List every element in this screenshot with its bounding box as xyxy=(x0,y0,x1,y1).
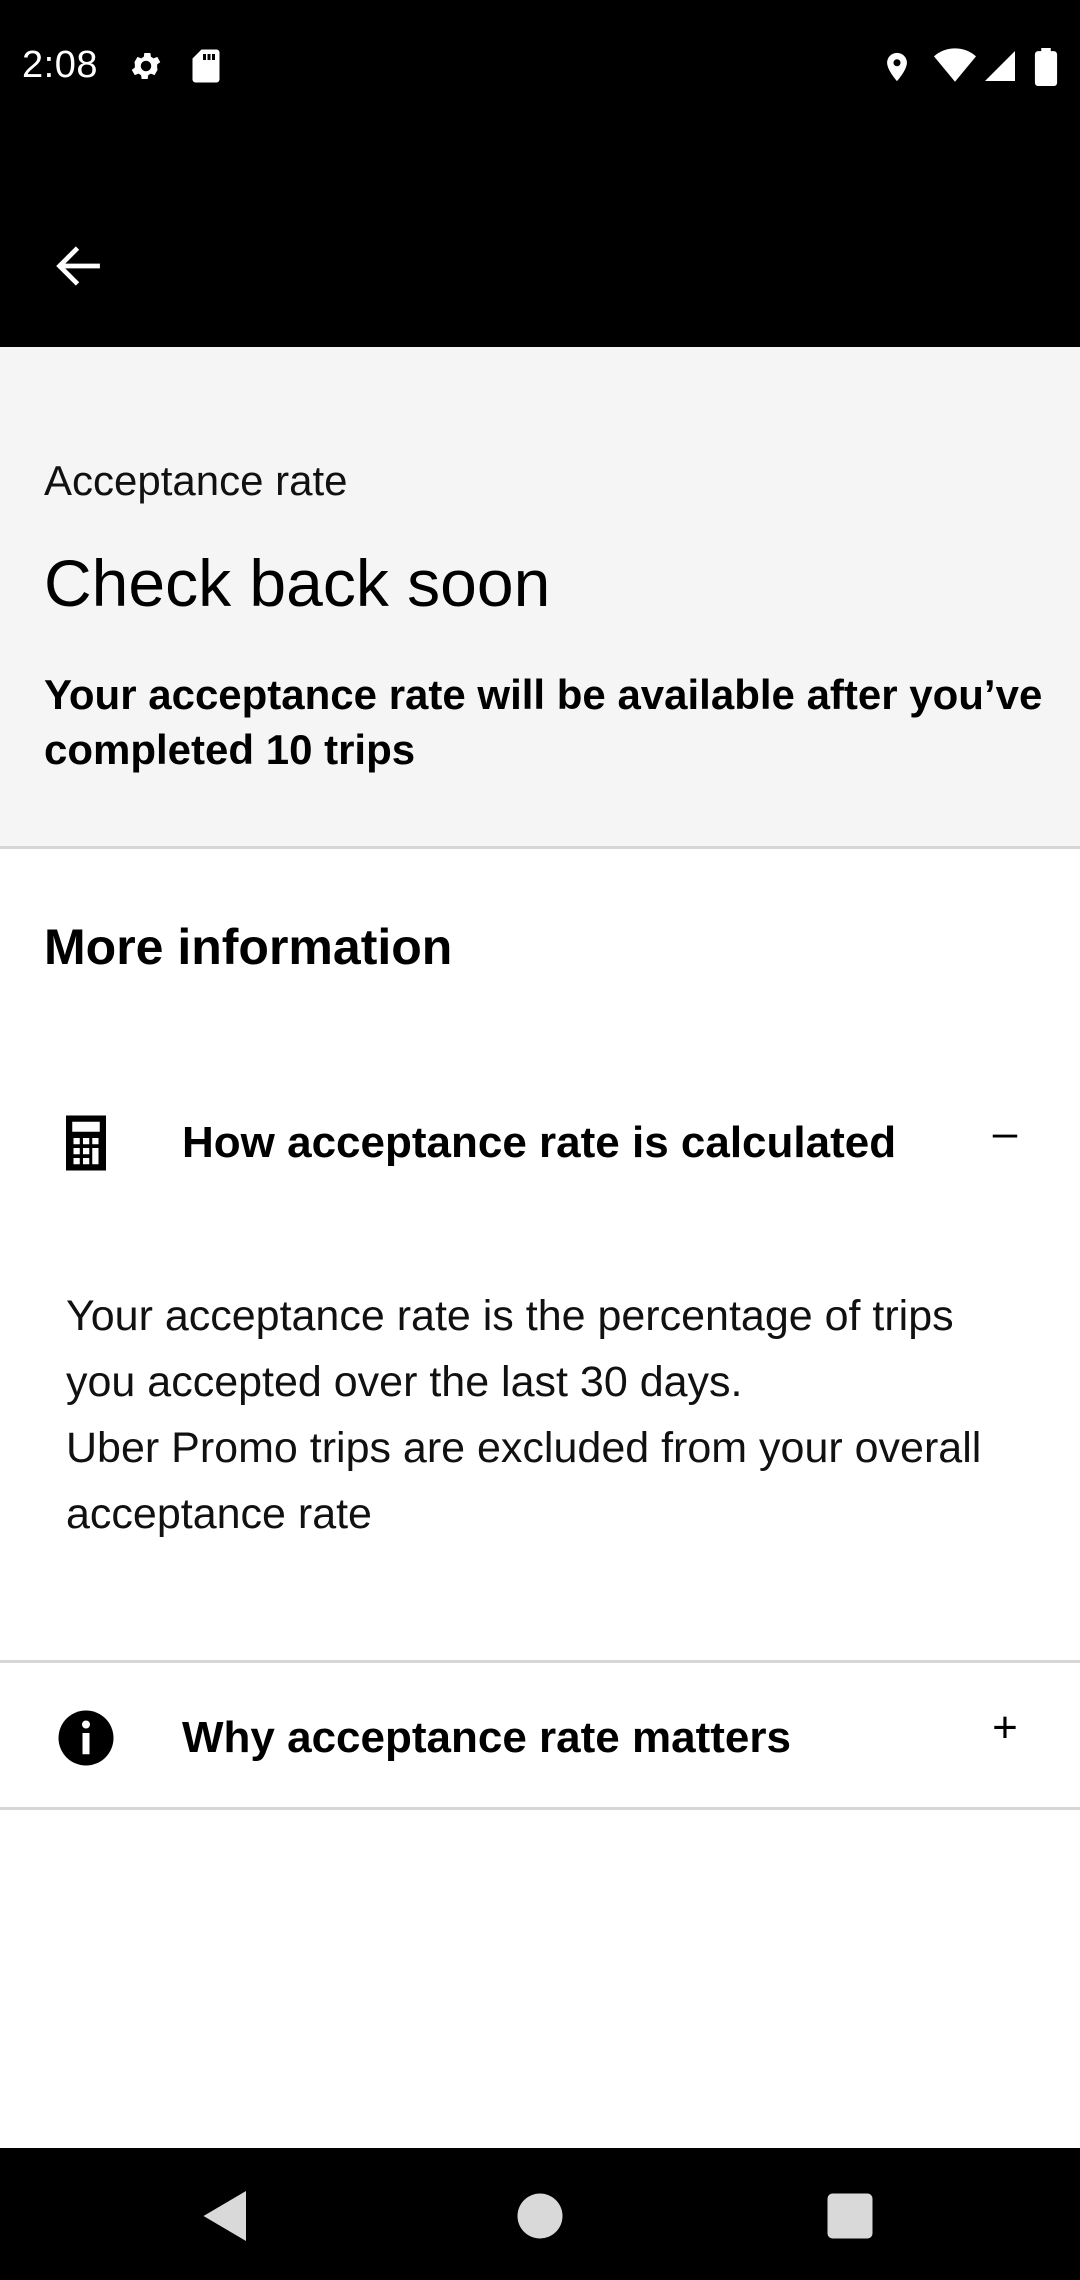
collapse-toggle[interactable]: – xyxy=(980,1108,1030,1158)
recents-square-icon[interactable] xyxy=(820,2186,880,2246)
arrow-left-icon xyxy=(56,246,100,286)
signal-icon xyxy=(985,51,1015,81)
settings-icon xyxy=(131,52,161,80)
back-button[interactable] xyxy=(30,218,126,314)
status-bar: 2:08 xyxy=(0,0,1080,136)
accordion-how-calculated[interactable]: How acceptance rate is calculated – xyxy=(0,1068,1080,1218)
sd-card-icon xyxy=(192,49,220,83)
accordion-label: Why acceptance rate matters xyxy=(182,1713,791,1762)
content-paragraph: Your acceptance rate is the percentage o… xyxy=(66,1292,954,1406)
accordion-content: Your acceptance rate is the percentage o… xyxy=(66,1283,1026,1547)
expand-toggle[interactable]: + xyxy=(980,1703,1030,1753)
info-icon xyxy=(58,1710,114,1766)
accordion-why-it-matters[interactable]: Why acceptance rate matters + xyxy=(0,1660,1080,1810)
status-time: 2:08 xyxy=(22,44,98,86)
home-circle-icon[interactable] xyxy=(510,2186,570,2246)
back-triangle-icon[interactable] xyxy=(196,2186,256,2246)
acceptance-rate-summary: Acceptance rate Check back soon Your acc… xyxy=(0,347,1080,849)
accordion-label: How acceptance rate is calculated xyxy=(182,1118,897,1167)
location-icon xyxy=(887,52,907,82)
battery-icon xyxy=(1034,48,1058,86)
wifi-icon xyxy=(934,48,976,82)
content-paragraph: Uber Promo trips are excluded from your … xyxy=(66,1424,982,1538)
more-information-heading: More information xyxy=(44,919,453,975)
system-nav-bar xyxy=(0,2148,1080,2280)
calculator-icon xyxy=(66,1115,106,1171)
summary-title: Check back soon xyxy=(44,546,551,620)
summary-body: Your acceptance rate will be available a… xyxy=(44,671,1043,773)
app-bar xyxy=(0,136,1080,347)
summary-label: Acceptance rate xyxy=(44,457,348,504)
